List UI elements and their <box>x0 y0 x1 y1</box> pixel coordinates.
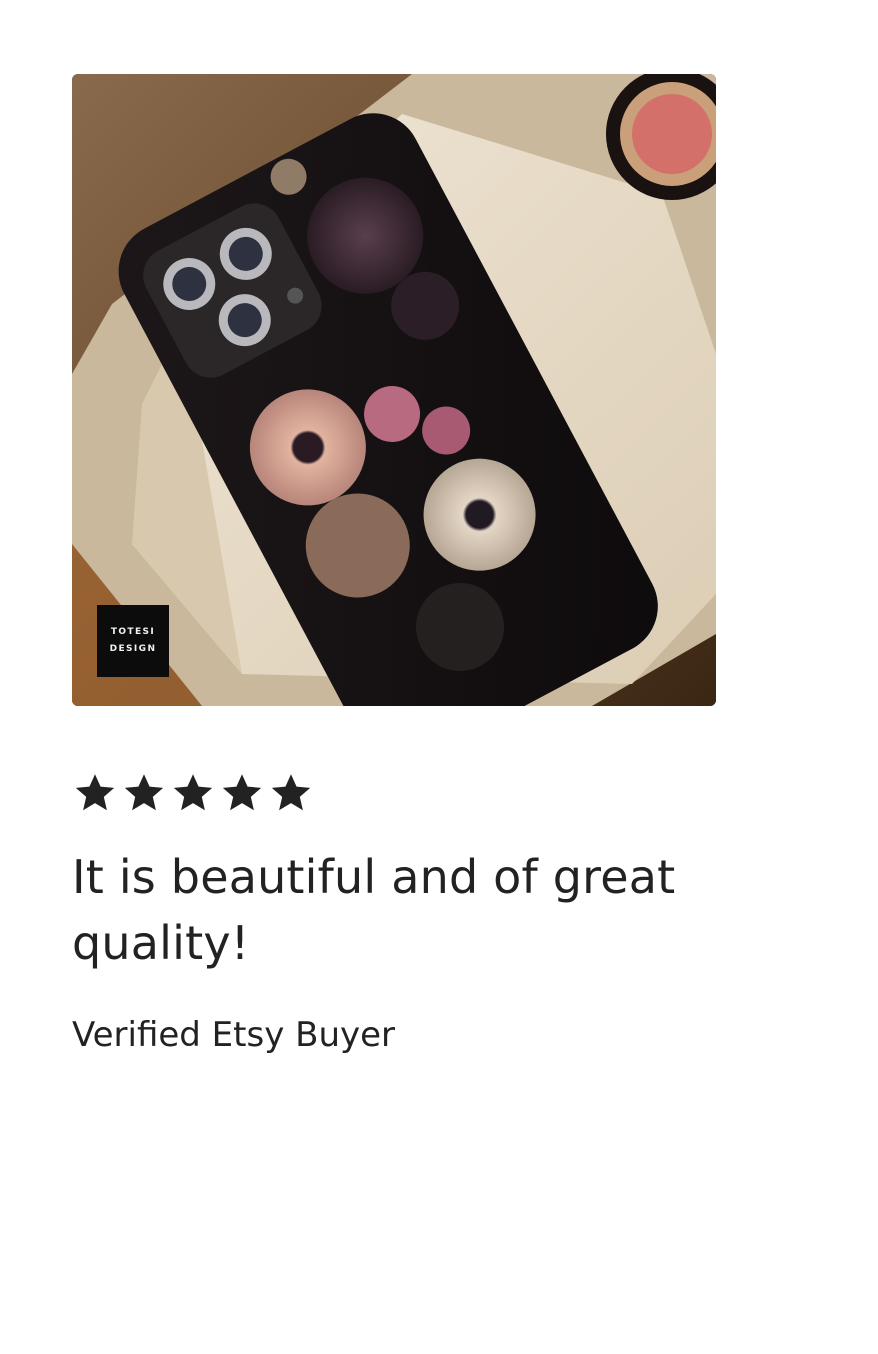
star-rating <box>72 770 716 816</box>
star-icon <box>121 770 167 816</box>
review-photo[interactable]: TOTESI DESIGN <box>72 74 716 706</box>
star-icon <box>170 770 216 816</box>
review-card: TOTESI DESIGN It is beautiful and of gre… <box>72 74 716 1056</box>
star-icon <box>268 770 314 816</box>
review-text: It is beautiful and of great quality! <box>72 850 676 970</box>
shop-logo-line1: TOTESI <box>110 627 156 637</box>
shop-logo-line2: DESIGN <box>109 644 157 654</box>
shop-logo: TOTESI DESIGN <box>97 605 169 677</box>
star-icon <box>72 770 118 816</box>
star-icon <box>219 770 265 816</box>
reviewer-name: Verified Etsy Buyer <box>72 1015 396 1055</box>
